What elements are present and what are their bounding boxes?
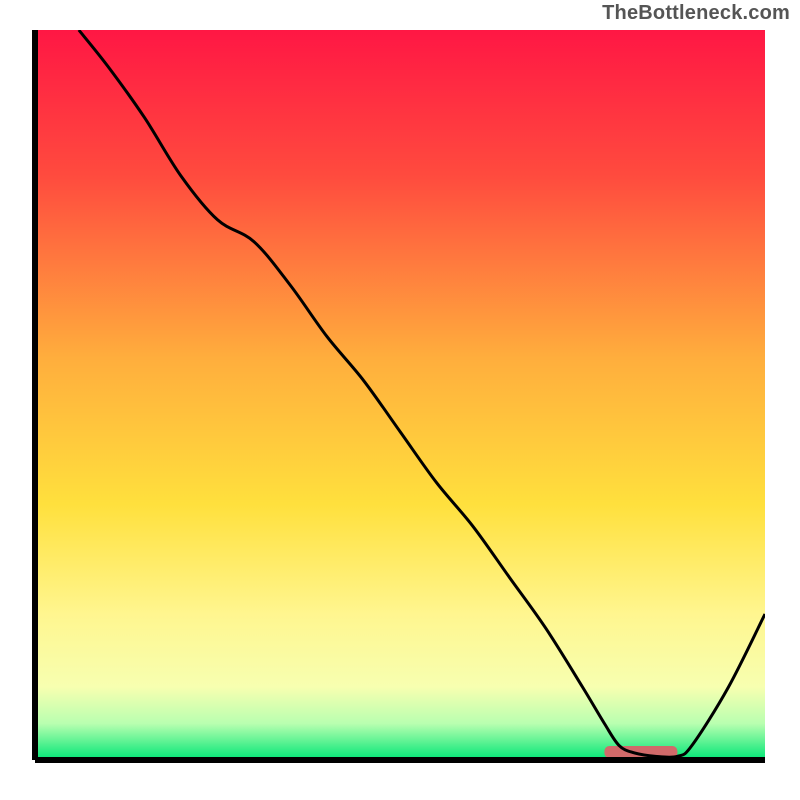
watermark-text: TheBottleneck.com	[602, 2, 790, 25]
chart-stage: TheBottleneck.com	[0, 0, 800, 800]
bottleneck-curve-chart	[0, 0, 800, 800]
plot-gradient-background	[35, 30, 765, 760]
